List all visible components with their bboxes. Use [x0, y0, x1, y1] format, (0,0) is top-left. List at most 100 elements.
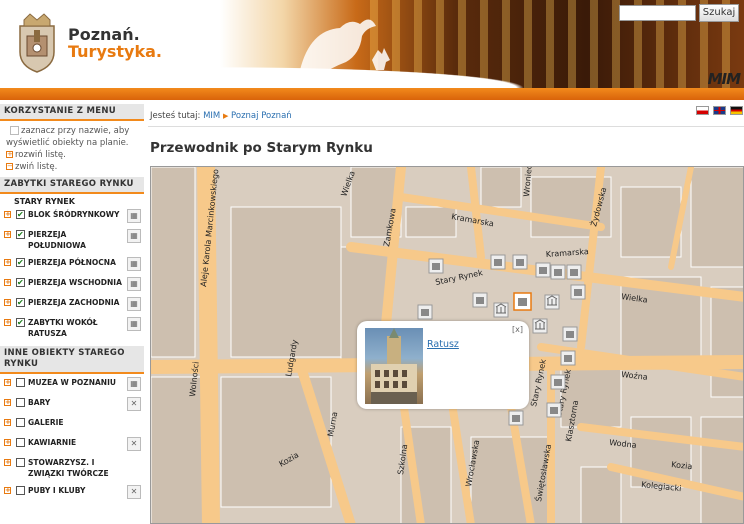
- building-marker-icon[interactable]: [546, 402, 562, 418]
- building-marker-icon[interactable]: [428, 258, 444, 274]
- header: Poznań. Turystyka. MIM Szukaj: [0, 0, 744, 90]
- item-checkbox[interactable]: [16, 438, 25, 447]
- building-icon: ▦: [127, 257, 141, 271]
- building-marker-icon[interactable]: [570, 284, 586, 300]
- item-checkbox[interactable]: [16, 297, 25, 308]
- building-marker-icon[interactable]: [550, 374, 566, 390]
- item-checkbox[interactable]: [16, 458, 25, 467]
- popup-thumbnail: [365, 328, 423, 404]
- building-marker-icon[interactable]: [472, 292, 488, 308]
- expand-icon[interactable]: +: [4, 379, 11, 386]
- item-checkbox[interactable]: [16, 229, 25, 240]
- building-marker-icon[interactable]: [560, 350, 576, 366]
- item-checkbox[interactable]: [16, 418, 25, 427]
- building-marker-icon[interactable]: [490, 254, 506, 270]
- building-marker-icon[interactable]: [562, 326, 578, 342]
- search-input[interactable]: [619, 5, 696, 21]
- checkbox-sample-icon: [10, 126, 19, 135]
- sidebar-item-label: PIERZEJA POŁUDNIOWA: [28, 230, 86, 250]
- sidebar-item[interactable]: + PUBY I KLUBY ✕: [0, 482, 144, 502]
- street-label: Woźna: [621, 370, 648, 382]
- sidebar-item[interactable]: + PIERZEJA POŁUDNIOWA ▦: [0, 226, 144, 254]
- sidebar-item-label: BARY: [28, 398, 51, 407]
- building-marker-icon[interactable]: [566, 264, 582, 280]
- expand-icon[interactable]: +: [4, 419, 11, 426]
- breadcrumb-link-poznaj[interactable]: Poznaj Poznań: [231, 111, 292, 121]
- sidebar-item-label: PUBY I KLUBY: [28, 486, 86, 495]
- sidebar-item[interactable]: + ZABYTKI WOKÓŁ RATUSZA ▦: [0, 314, 144, 342]
- building-marker-icon[interactable]: [508, 410, 524, 426]
- building-marker-icon[interactable]: [535, 262, 551, 278]
- collapse-icon: −: [6, 162, 13, 170]
- sidebar-item-label: PIERZEJA PÓŁNOCNA: [28, 258, 116, 267]
- expand-icon[interactable]: +: [4, 319, 11, 326]
- museum-icon: ▦: [127, 377, 141, 391]
- sidebar-item-label: BLOK ŚRÓDRYNKOWY: [28, 210, 120, 219]
- monument-icon: ▦: [127, 317, 141, 331]
- flag-en-icon[interactable]: [713, 106, 726, 115]
- expand-icon[interactable]: +: [4, 211, 11, 218]
- sidebar-item-label: PIERZEJA WSCHODNIA: [28, 278, 122, 287]
- street-label: Kramarska: [546, 247, 590, 259]
- item-checkbox[interactable]: [16, 257, 25, 268]
- building-icon: ▦: [127, 209, 141, 223]
- expand-icon[interactable]: +: [4, 439, 11, 446]
- menu-help: zaznacz przy nazwie, aby wyświetlić obie…: [0, 121, 144, 177]
- breadcrumb-link-mim[interactable]: MIM: [203, 111, 220, 121]
- logo-line2: Turystyka.: [68, 42, 162, 61]
- breadcrumb-prefix: Jesteś tutaj:: [150, 111, 201, 121]
- selected-building-marker-icon[interactable]: [513, 292, 532, 311]
- section2-heading: INNE OBIEKTY STAREGO RYNKU: [0, 346, 144, 374]
- building-icon: ▦: [127, 229, 141, 243]
- item-checkbox[interactable]: [16, 209, 25, 220]
- mim-logo[interactable]: MIM: [708, 70, 741, 88]
- sidebar: KORZYSTANIE Z MENU zaznacz przy nazwie, …: [0, 104, 144, 524]
- section1-heading: ZABYTKI STAREGO RYNKU: [0, 177, 144, 194]
- expand-icon[interactable]: +: [4, 231, 11, 238]
- orange-divider: [0, 88, 744, 100]
- menu-heading: KORZYSTANIE Z MENU: [0, 104, 144, 121]
- expand-label: rozwiń listę.: [15, 150, 66, 160]
- sidebar-item[interactable]: + PIERZEJA ZACHODNIA ▦: [0, 294, 144, 314]
- divider: [148, 126, 744, 127]
- flag-de-icon[interactable]: [730, 106, 743, 115]
- museum-marker-icon[interactable]: [493, 302, 509, 318]
- expand-icon[interactable]: +: [4, 487, 11, 494]
- popup-title-link[interactable]: Ratusz: [427, 339, 459, 350]
- building-marker-icon[interactable]: [512, 254, 528, 270]
- city-crest-icon: [19, 13, 55, 73]
- item-checkbox[interactable]: [16, 277, 25, 288]
- search-button[interactable]: Szukaj: [699, 4, 739, 22]
- building-icon: ▦: [127, 297, 141, 311]
- item-checkbox[interactable]: [16, 486, 25, 495]
- sidebar-item[interactable]: + PIERZEJA WSCHODNIA ▦: [0, 274, 144, 294]
- sidebar-item[interactable]: + MUZEA W POZNANIU ▦: [0, 374, 144, 394]
- expand-icon[interactable]: +: [4, 279, 11, 286]
- breadcrumb: Jesteś tutaj: MIM ▶ Poznaj Poznań: [150, 111, 292, 121]
- expand-icon[interactable]: +: [4, 259, 11, 266]
- item-checkbox[interactable]: [16, 317, 25, 328]
- sidebar-item[interactable]: + PIERZEJA PÓŁNOCNA ▦: [0, 254, 144, 274]
- building-marker-icon[interactable]: [417, 304, 433, 320]
- item-checkbox[interactable]: [16, 378, 25, 387]
- sidebar-item[interactable]: + GALERIE: [0, 414, 144, 434]
- city-map[interactable]: Aleje Karola Marcinkowskiego Wielka Kram…: [150, 166, 744, 524]
- museum-marker-icon[interactable]: [532, 318, 548, 334]
- expand-icon[interactable]: +: [4, 299, 11, 306]
- museum-marker-icon[interactable]: [544, 294, 560, 310]
- sidebar-item[interactable]: + BARY ✕: [0, 394, 144, 414]
- sidebar-item[interactable]: + KAWIARNIE ✕: [0, 434, 144, 454]
- breadcrumb-arrow-icon: ▶: [222, 112, 229, 120]
- expand-icon[interactable]: +: [4, 459, 11, 466]
- flag-pl-icon[interactable]: [696, 106, 709, 115]
- building-icon: ▦: [127, 277, 141, 291]
- expand-icon[interactable]: +: [4, 399, 11, 406]
- sidebar-item-label: PIERZEJA ZACHODNIA: [28, 298, 120, 307]
- sidebar-item[interactable]: + STOWARZYSZ. I ZWIĄZKI TWÓRCZE: [0, 454, 144, 482]
- site-logo[interactable]: Poznań. Turystyka.: [0, 0, 220, 88]
- popup-close-button[interactable]: [x]: [512, 325, 523, 334]
- building-marker-icon[interactable]: [550, 264, 566, 280]
- cutlery-icon: ✕: [127, 485, 141, 499]
- item-checkbox[interactable]: [16, 398, 25, 407]
- sidebar-item[interactable]: + BLOK ŚRÓDRYNKOWY ▦: [0, 206, 144, 226]
